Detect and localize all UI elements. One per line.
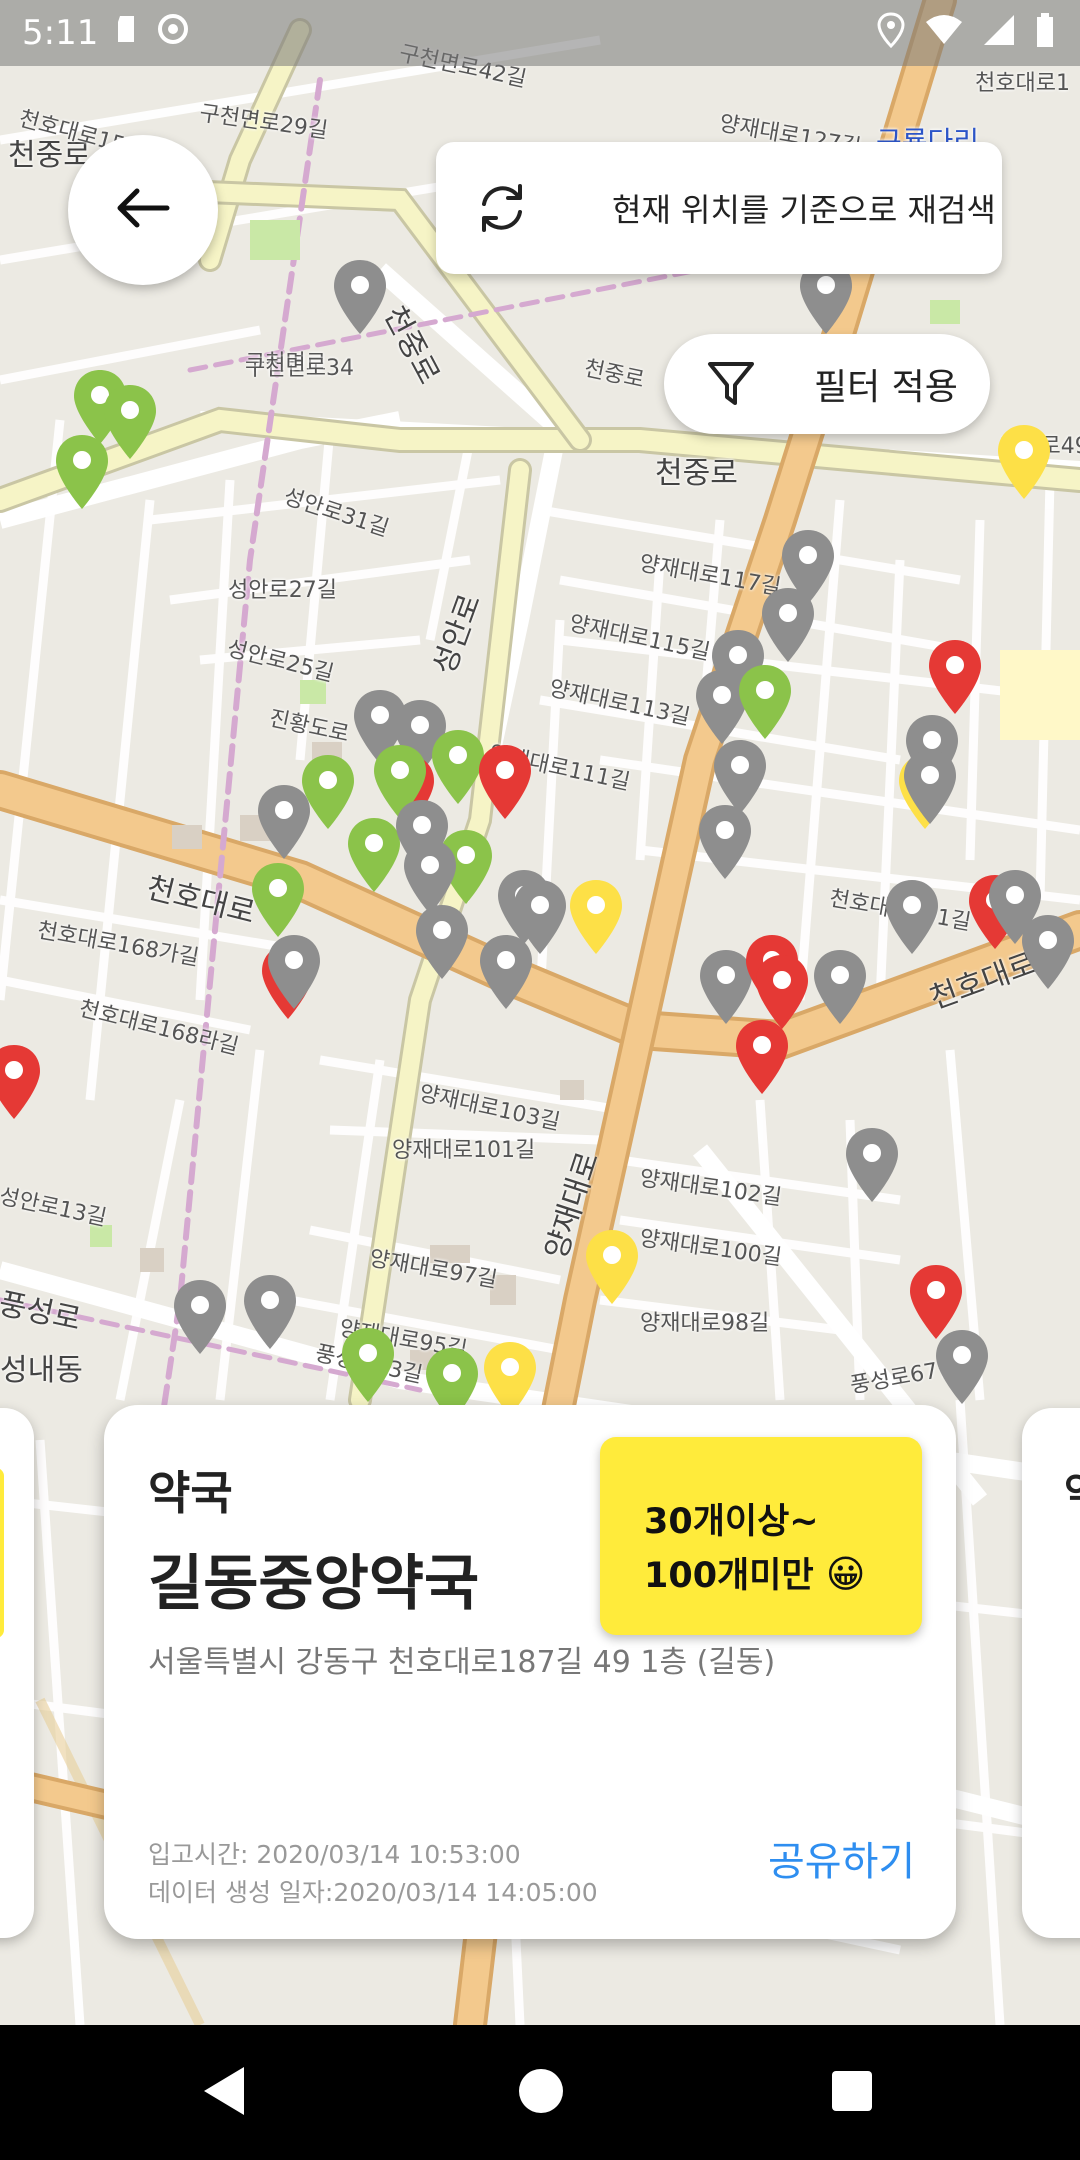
- previous-card-badge-edge: [0, 1468, 4, 1638]
- map-street-label: 양재대로98길: [640, 1311, 770, 1336]
- data-created-time: 데이터 생성 일자:2020/03/14 14:05:00: [148, 1878, 598, 1907]
- app-screen: 천중로 천중로 천중로 천호대로 천호대로 진황도로 성안로 양재대로 구천면로 구천면로42길 구…: [0, 0, 1080, 2160]
- filter-apply-button[interactable]: 필터 적용: [664, 334, 990, 434]
- stock-status-badge: 30개이상~ 100개미만 😀: [600, 1437, 922, 1635]
- nav-recent-apps-icon[interactable]: [828, 2063, 876, 2123]
- research-label: 현재 위치를 기준으로 재검색: [612, 191, 996, 229]
- arrow-left-icon: [115, 187, 171, 233]
- store-address: 서울특별시 강동구 천호대로187길 49 1층 (길동): [148, 1645, 776, 1680]
- sd-card-icon: [116, 13, 138, 53]
- previous-store-card[interactable]: [0, 1408, 34, 1938]
- next-store-card[interactable]: 약: [1022, 1408, 1080, 1938]
- signal-icon: [982, 13, 1016, 56]
- battery-icon: [1034, 12, 1056, 57]
- map-street-label: 양재대로101길: [392, 1138, 536, 1163]
- store-name: 길동중앙약국: [148, 1549, 480, 1619]
- nav-back-icon[interactable]: [200, 2063, 248, 2123]
- store-card[interactable]: 약국 길동중앙약국 서울특별시 강동구 천호대로187길 49 1층 (길동) …: [104, 1405, 956, 1939]
- stock-range-text: 100개미만: [644, 1556, 814, 1596]
- nav-home-icon[interactable]: [515, 2063, 567, 2123]
- smile-emoji-icon: 😀: [825, 1552, 866, 1596]
- research-current-location-button[interactable]: 현재 위치를 기준으로 재검색: [436, 142, 1002, 274]
- map-street-label: 천호대로1: [975, 71, 1070, 96]
- back-button[interactable]: [68, 135, 218, 285]
- share-button[interactable]: 공유하기: [768, 1829, 915, 1887]
- filter-label: 필터 적용: [814, 367, 958, 408]
- map-street-label: 구천면로34: [245, 356, 354, 381]
- map-street-label: 성내동: [0, 1353, 83, 1388]
- store-type: 약국: [148, 1466, 233, 1520]
- next-card-type-peek: 약: [1064, 1460, 1080, 1518]
- status-right-icons: [876, 12, 1056, 57]
- stock-in-time: 입고시간: 2020/03/14 10:53:00: [148, 1840, 521, 1869]
- map-street-label: 천중로: [655, 456, 738, 491]
- map-street-label: 성안로27길: [228, 578, 337, 603]
- location-icon: [876, 12, 906, 57]
- filter-funnel-icon: [706, 359, 756, 409]
- status-bar: 5:11: [0, 0, 1080, 66]
- refresh-icon: [474, 180, 530, 236]
- status-time: 5:11: [22, 13, 99, 53]
- system-nav-bar: [0, 2025, 1080, 2160]
- stock-range-line1: 30개이상~: [644, 1502, 819, 1542]
- stock-range-line2: 100개미만 😀: [644, 1547, 865, 1598]
- sync-icon: [156, 12, 190, 55]
- wifi-icon: [924, 14, 964, 55]
